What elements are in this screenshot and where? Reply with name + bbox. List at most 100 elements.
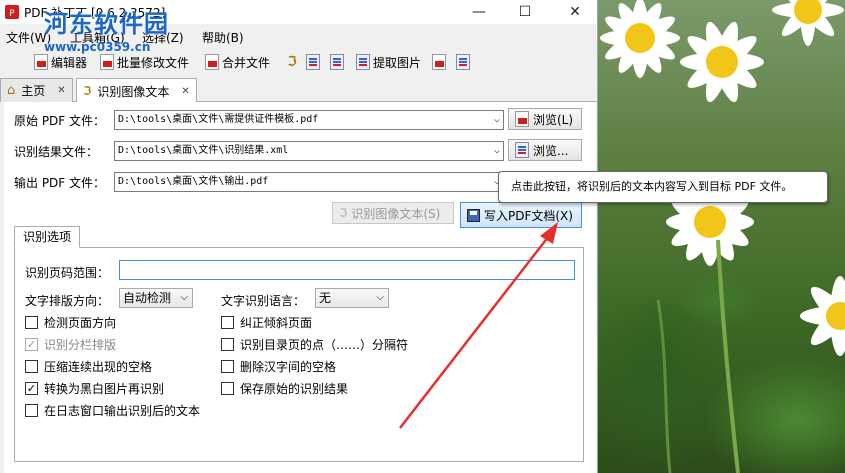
checkbox-log-output[interactable]: 在日志窗口输出识别后的文本 [25, 402, 200, 419]
pdf-tool-button[interactable] [432, 52, 446, 72]
text-direction-select[interactable]: 自动检测 ⌵ [119, 288, 193, 308]
write-pdf-tooltip: 点击此按钮，将识别后的文本内容写入到目标 PDF 文件。 [498, 171, 828, 203]
app-window: P PDF 补丁丁 [0.6.2.3572] — ☐ ✕ 河东软件园 www.p… [0, 0, 598, 473]
source-pdf-value: D:\tools\桌面\文件\需提供证件模板.pdf [118, 114, 319, 125]
batch-modify-label: 批量修改文件 [117, 55, 190, 70]
ocr-icon: ℑ [287, 54, 297, 70]
ocr-options-panel: 识别页码范围： 文字排版方向： 自动检测 ⌵ 文字识别语言： 无 ⌵ 检测页面方… [14, 247, 584, 462]
tab-close-icon[interactable]: ✕ [57, 85, 65, 96]
checkbox-label: 删除汉字间的空格 [240, 360, 337, 374]
tab-close-icon[interactable]: ✕ [181, 86, 189, 97]
merge-pdf-icon [205, 54, 219, 70]
document-export-icon [330, 54, 344, 70]
ocr-language-label: 文字识别语言： [221, 294, 306, 308]
checkbox-box[interactable] [221, 316, 234, 329]
merge-button[interactable]: 合并文件 [205, 52, 270, 72]
save-icon [467, 208, 480, 222]
pdf-edit-icon [34, 54, 48, 70]
checkbox-box[interactable] [221, 382, 234, 395]
tab-strip: ⌂ 主页 ✕ ℑ 识别图像文本 ✕ [0, 78, 597, 103]
output-pdf-label: 输出 PDF 文件： [14, 176, 106, 190]
checkbox-deskew[interactable]: 纠正倾斜页面 [221, 314, 312, 331]
tab-ocr-options[interactable]: 识别选项 [14, 226, 80, 248]
watermark-url: www.pc0359.cn [44, 40, 151, 54]
batch-pdf-icon [100, 54, 114, 70]
text-direction-value: 自动检测 [123, 291, 172, 305]
tab-ocr-label: 识别图像文本 [97, 84, 170, 99]
page-range-label: 识别页码范围： [25, 266, 110, 280]
pdf-browse-icon [515, 111, 529, 127]
doc-tool-button-1[interactable] [306, 52, 320, 72]
site-watermark: 河东软件园 [44, 4, 169, 39]
checkbox-label: 识别目录页的点（……）分隔符 [240, 338, 409, 352]
result-file-input[interactable]: D:\tools\桌面\文件\识别结果.xml ⌵ [114, 141, 504, 161]
home-icon: ⌂ [7, 83, 16, 98]
checkbox-toc-dots[interactable]: 识别目录页的点（……）分隔符 [221, 336, 408, 353]
chevron-down-icon: ⌵ [180, 292, 188, 303]
merge-label: 合并文件 [222, 55, 271, 70]
page-range-input[interactable] [119, 260, 575, 280]
output-pdf-input[interactable]: D:\tools\桌面\文件\输出.pdf ⌵ [114, 172, 504, 192]
browse-result-label: 浏览... [533, 143, 569, 158]
checkbox-label: 识别分栏排版 [44, 338, 117, 352]
image-extract-icon [356, 54, 370, 70]
maximize-button[interactable]: ☐ [502, 0, 548, 24]
document-browse-icon [515, 142, 529, 158]
ocr-button-label: 识别图像文本(S) [351, 206, 441, 221]
result-file-label: 识别结果文件： [14, 145, 99, 159]
checkbox-box[interactable] [25, 316, 38, 329]
text-direction-label: 文字排版方向： [25, 294, 110, 308]
tab-ocr[interactable]: ℑ 识别图像文本 ✕ [76, 78, 197, 103]
write-pdf-button[interactable]: 写入PDF文档(X) [460, 202, 582, 228]
ocr-tool-button[interactable]: ℑ [284, 52, 300, 72]
browse-source-button[interactable]: 浏览(L) [508, 108, 582, 130]
ocr-icon: ℑ [83, 84, 92, 98]
batch-modify-button[interactable]: 批量修改文件 [100, 52, 189, 72]
tab-home[interactable]: ⌂ 主页 ✕ [0, 78, 73, 102]
browse-source-label: 浏览(L) [533, 112, 574, 127]
ocr-language-value: 无 [319, 291, 332, 305]
checkbox-label: 在日志窗口输出识别后的文本 [44, 404, 201, 418]
source-pdf-label: 原始 PDF 文件： [14, 114, 106, 128]
checkbox-detect-orientation[interactable]: 检测页面方向 [25, 314, 116, 331]
ocr-page: 原始 PDF 文件： D:\tools\桌面\文件\需提供证件模板.pdf ⌵ … [4, 102, 596, 473]
checkbox-save-raw[interactable]: 保存原始的识别结果 [221, 380, 348, 397]
browse-result-button[interactable]: 浏览... [508, 139, 582, 161]
checkbox-column-layout[interactable]: ✓ 识别分栏排版 [25, 336, 116, 353]
checkbox-box[interactable] [25, 360, 38, 373]
extract-images-label: 提取图片 [373, 55, 422, 70]
doc-tool-button-3[interactable] [456, 52, 470, 72]
daisy-flowers-image [600, 0, 845, 473]
ocr-language-select[interactable]: 无 ⌵ [315, 288, 389, 308]
checkbox-box[interactable] [25, 404, 38, 417]
checkbox-box[interactable] [221, 338, 234, 351]
checkbox-convert-bw[interactable]: ✓ 转换为黑白图片再识别 [25, 380, 164, 397]
ocr-icon: ℑ [339, 206, 348, 220]
checkbox-label: 检测页面方向 [44, 316, 117, 330]
write-pdf-label: 写入PDF文档(X) [484, 208, 573, 223]
doc-tool-button-2[interactable] [330, 52, 344, 72]
checkbox-box[interactable]: ✓ [25, 382, 38, 395]
ocr-button[interactable]: ℑ 识别图像文本(S) [332, 202, 454, 224]
checkbox-label: 保存原始的识别结果 [240, 382, 349, 396]
background-photo: dingirar [598, 0, 845, 473]
checkbox-box[interactable] [221, 360, 234, 373]
editor-button[interactable]: 编辑器 [34, 52, 87, 72]
checkbox-remove-cjk-spaces[interactable]: 删除汉字间的空格 [221, 358, 336, 375]
pdf-icon [432, 54, 446, 70]
checkbox-label: 纠正倾斜页面 [240, 316, 313, 330]
result-file-value: D:\tools\桌面\文件\识别结果.xml [118, 145, 289, 156]
document-icon [306, 54, 320, 70]
source-pdf-input[interactable]: D:\tools\桌面\文件\需提供证件模板.pdf ⌵ [114, 110, 504, 130]
chevron-down-icon[interactable]: ⌵ [494, 111, 500, 129]
output-pdf-value: D:\tools\桌面\文件\输出.pdf [118, 176, 269, 187]
checkbox-box[interactable]: ✓ [25, 338, 38, 351]
minimize-button[interactable]: — [456, 0, 502, 24]
chevron-down-icon[interactable]: ⌵ [494, 142, 500, 160]
close-button[interactable]: ✕ [552, 0, 597, 24]
extract-images-button[interactable]: 提取图片 [356, 52, 421, 72]
checkbox-label: 转换为黑白图片再识别 [44, 382, 165, 396]
menu-help[interactable]: 帮助(B) [202, 29, 244, 46]
checkbox-compress-spaces[interactable]: 压缩连续出现的空格 [25, 358, 152, 375]
chevron-down-icon: ⌵ [376, 292, 384, 303]
